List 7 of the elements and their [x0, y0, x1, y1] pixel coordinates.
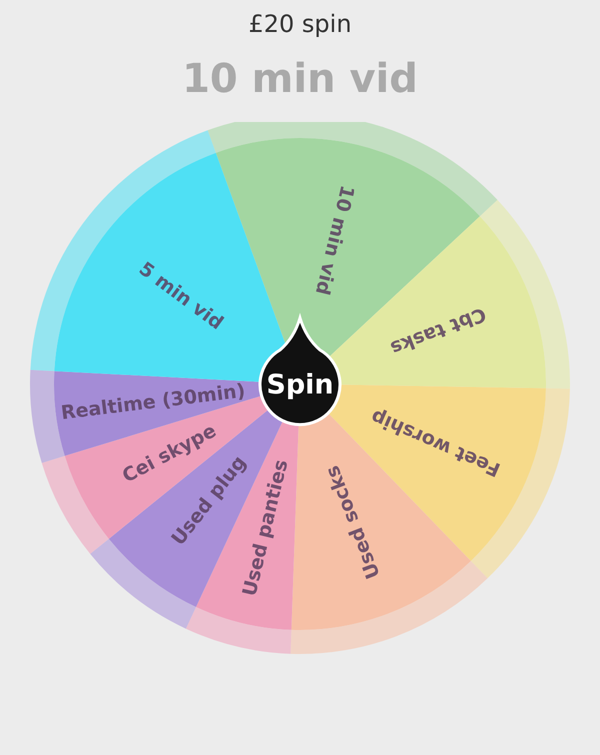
spin-result: 10 min vid [182, 56, 418, 102]
segment-label: Realtime (30min) [60, 380, 246, 424]
segment-label: Used socks [321, 462, 385, 582]
segment-label: Cbt tasks [387, 302, 489, 360]
segment-label: 5 min vid [134, 258, 228, 334]
wheel-title: £20 spin [248, 10, 352, 38]
segment-label: 10 min vid [310, 183, 358, 298]
